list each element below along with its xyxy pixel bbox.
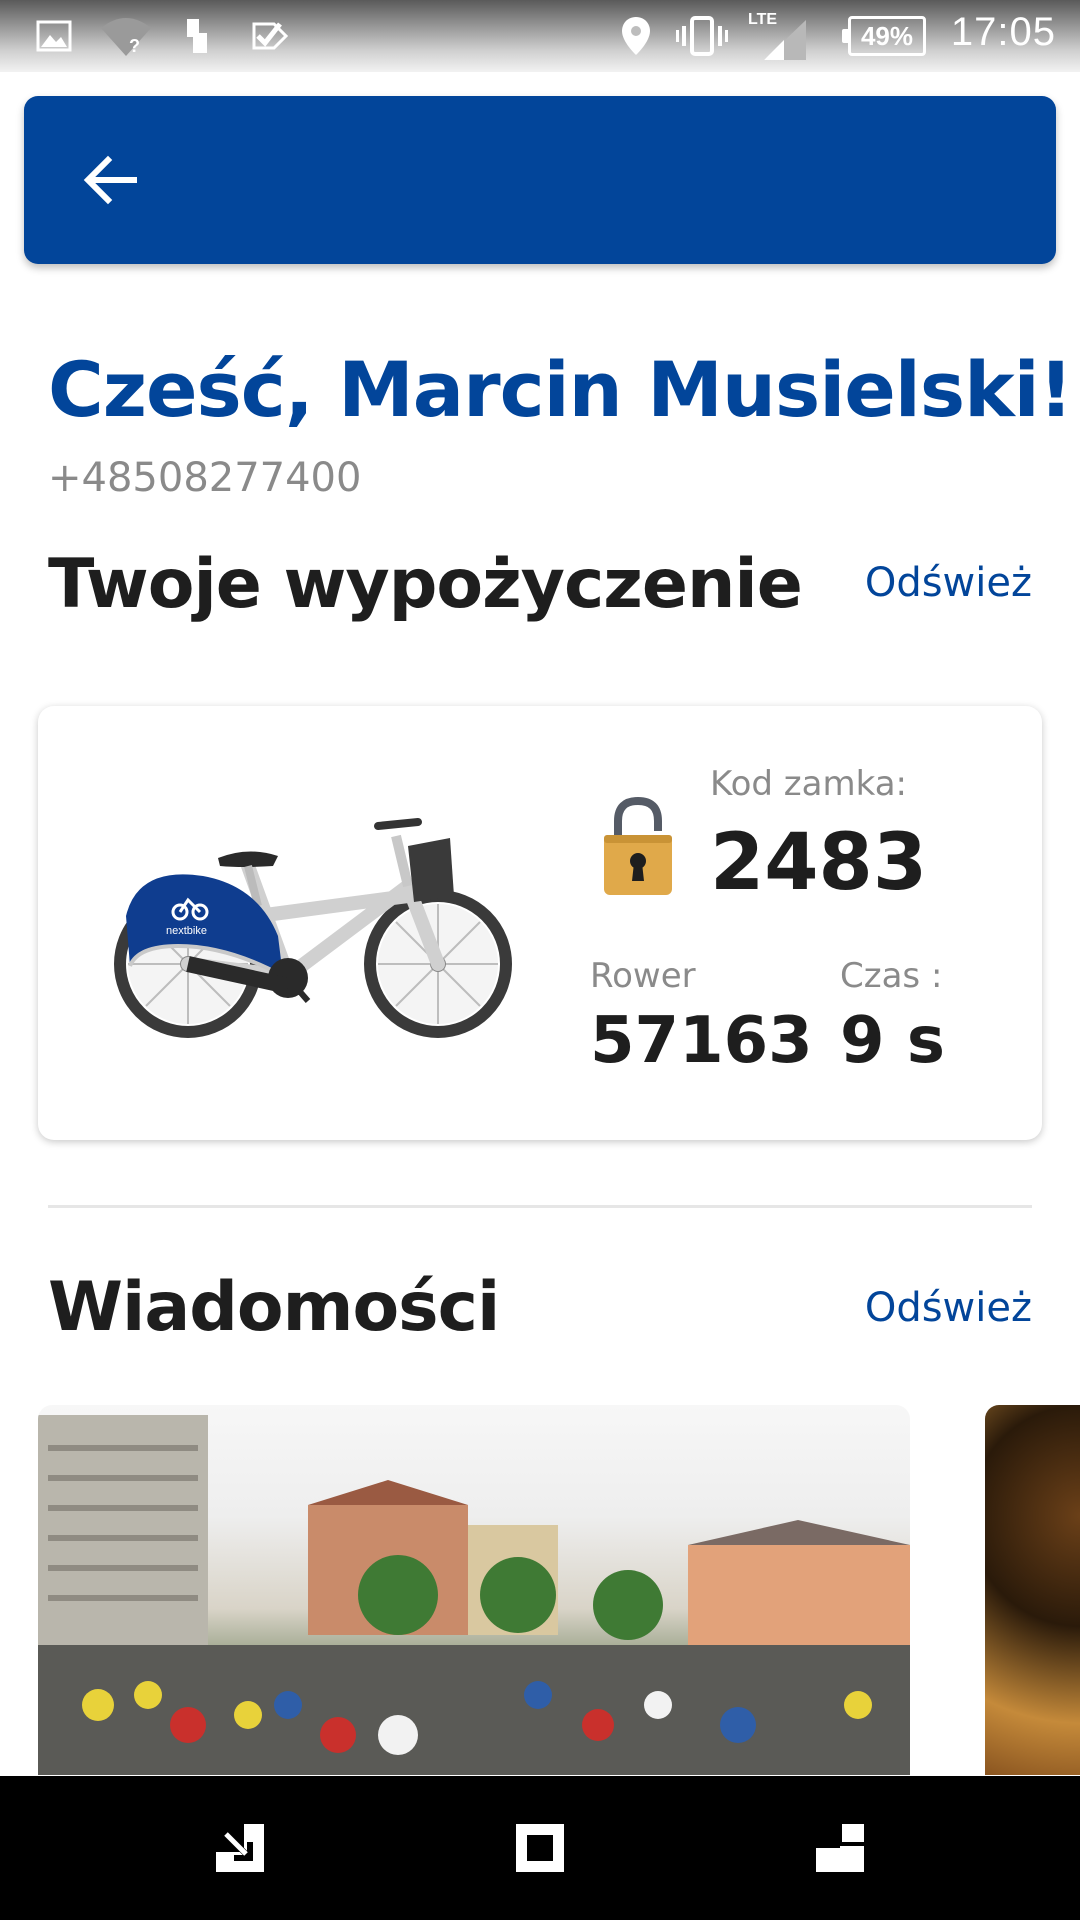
signal-icon: LTE (748, 6, 808, 62)
recents-nav-icon (816, 1824, 864, 1872)
phone-number: +48508277400 (48, 455, 362, 501)
recents-nav-button[interactable] (810, 1818, 870, 1878)
vibrate-icon (674, 14, 730, 58)
clock: 17:05 (950, 10, 1056, 54)
bike-number-value: 57163 (590, 1004, 813, 1078)
back-nav-button[interactable] (210, 1818, 270, 1878)
home-nav-icon (516, 1824, 564, 1872)
battery-icon: 49% (842, 16, 926, 56)
back-button[interactable] (76, 146, 144, 214)
news-photo (38, 1415, 910, 1775)
padlock-icon (604, 796, 672, 895)
battery-level: 49% (860, 20, 914, 51)
lock-code-label: Kod zamka: (710, 764, 907, 804)
status-bar: ? LTE 49% 17:05 (0, 0, 1080, 72)
news-card-image[interactable] (38, 1405, 910, 1775)
greeting-title: Cześć, Marcin Musielski! (48, 345, 1073, 434)
arrow-back-icon (83, 155, 137, 205)
bike-image: nextbike (114, 818, 512, 1038)
wifi-question-icon: ? (98, 14, 154, 58)
time-value: 9 s (840, 1004, 945, 1078)
section-divider (48, 1205, 1032, 1208)
image-icon (34, 14, 74, 58)
bike-number-label: Rower (590, 956, 696, 996)
time-label: Czas : (840, 956, 943, 996)
app-bar (24, 96, 1056, 264)
bike-logo-text: nextbike (166, 925, 207, 937)
rental-section-title: Twoje wypożyczenie (48, 545, 803, 624)
back-nav-icon (216, 1824, 264, 1872)
news-refresh-link[interactable]: Odśwież (865, 1285, 1032, 1331)
sim-icon (182, 14, 212, 58)
svg-text:LTE: LTE (748, 11, 777, 28)
news-section-title: Wiadomości (48, 1268, 500, 1347)
home-nav-button[interactable] (510, 1818, 570, 1878)
lock-code-value: 2483 (710, 818, 928, 908)
check-icon (248, 14, 292, 58)
rental-card[interactable]: nextbike Kod zamka: 2483 Rower 57163 Cza… (38, 706, 1042, 1140)
svg-text:?: ? (129, 36, 140, 56)
rental-refresh-link[interactable]: Odśwież (865, 560, 1032, 606)
location-icon (618, 14, 654, 58)
navigation-bar (0, 1776, 1080, 1920)
news-card-image-next[interactable] (985, 1405, 1080, 1775)
